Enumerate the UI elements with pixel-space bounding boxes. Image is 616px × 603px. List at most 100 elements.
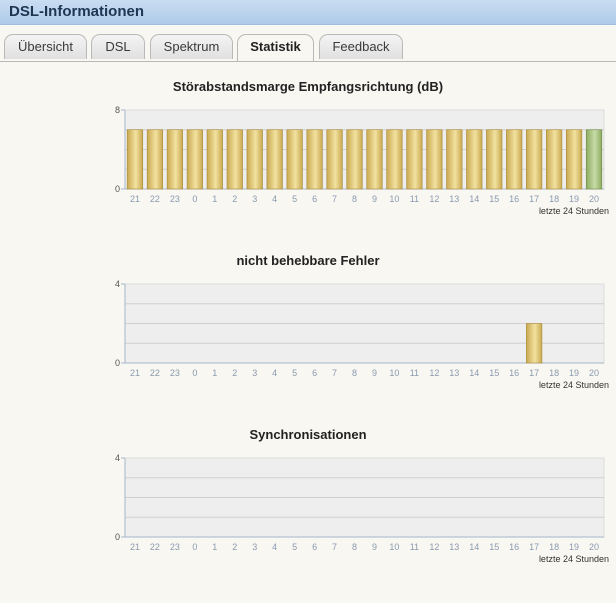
tab-bar: Übersicht DSL Spektrum Statistik Feedbac…	[0, 25, 616, 62]
y-tick-label-min: 0	[115, 184, 120, 194]
bar-5	[286, 129, 303, 190]
x-tick-label-12: 12	[429, 368, 439, 378]
bar-8	[346, 129, 363, 190]
x-tick-label-1: 1	[212, 194, 217, 204]
snr-margin-chart: 8021 22 23 0 1 2 3 4 5 6 7 8 9 10 11 12 13 14 15 16 17 18 19 20…	[115, 105, 609, 216]
x-tick-label-15: 15	[489, 368, 499, 378]
x-tick-label-19: 19	[569, 368, 579, 378]
x-tick-label-4: 4	[272, 368, 277, 378]
x-tick-label-3: 3	[252, 194, 257, 204]
x-tick-label-5: 5	[292, 194, 297, 204]
x-tick-label-3: 3	[252, 542, 257, 552]
x-tick-label-22: 22	[150, 368, 160, 378]
x-tick-label-21: 21	[130, 542, 140, 552]
bar-9	[366, 129, 383, 190]
synchronizations-chart: 4021 22 23 0 1 2 3 4 5 6 7 8 9 10 11 12 13 14 15 16 17 18 19 20…	[115, 453, 609, 564]
chart-title-snr-margin: Störabstandsmarge Empfangsrichtung (dB)	[172, 79, 444, 94]
x-tick-label-13: 13	[449, 368, 459, 378]
bar-4	[266, 129, 283, 190]
chart-title-uncorrectable-errors: nicht behebbare Fehler	[236, 253, 380, 268]
x-tick-label-4: 4	[272, 194, 277, 204]
bar-14	[466, 129, 483, 190]
x-tick-label-12: 12	[429, 542, 439, 552]
x-tick-label-16: 16	[509, 542, 519, 552]
bar-17	[526, 323, 543, 364]
x-tick-label-2: 2	[232, 368, 237, 378]
x-tick-label-15: 15	[489, 542, 499, 552]
x-tick-label-8: 8	[352, 368, 357, 378]
x-tick-label-10: 10	[389, 368, 399, 378]
x-tick-label-7: 7	[332, 542, 337, 552]
x-tick-label-4: 4	[272, 542, 277, 552]
x-tick-label-17: 17	[529, 368, 539, 378]
x-tick-label-7: 7	[332, 368, 337, 378]
x-tick-label-1: 1	[212, 542, 217, 552]
bar-6	[306, 129, 323, 190]
x-tick-label-14: 14	[469, 194, 479, 204]
x-axis-note: letzte 24 Stunden	[539, 554, 609, 564]
bar-22	[146, 129, 164, 190]
x-tick-label-18: 18	[549, 368, 559, 378]
bar-3	[246, 129, 263, 190]
x-tick-label-5: 5	[292, 542, 297, 552]
x-tick-label-10: 10	[389, 194, 399, 204]
x-tick-label-13: 13	[449, 194, 459, 204]
bar-16	[506, 129, 523, 190]
bar-18	[546, 129, 563, 190]
bar-11	[406, 129, 423, 190]
x-tick-label-11: 11	[410, 368, 419, 378]
x-tick-label-14: 14	[469, 368, 479, 378]
tab-statistik[interactable]: Statistik	[237, 34, 314, 61]
tab-spektrum[interactable]: Spektrum	[150, 34, 233, 59]
x-tick-label-19: 19	[569, 542, 579, 552]
x-tick-label-17: 17	[529, 542, 539, 552]
x-tick-label-5: 5	[292, 368, 297, 378]
bar-15	[486, 129, 503, 190]
x-tick-label-6: 6	[312, 368, 317, 378]
bar-12	[426, 129, 443, 190]
x-tick-label-16: 16	[509, 368, 519, 378]
x-tick-label-0: 0	[192, 194, 197, 204]
bar-1	[206, 129, 223, 190]
x-tick-label-6: 6	[312, 542, 317, 552]
y-tick-label-min: 0	[115, 358, 120, 368]
bar-10	[386, 129, 403, 190]
x-axis-note: letzte 24 Stunden	[539, 206, 609, 216]
x-tick-label-20: 20	[589, 542, 599, 552]
x-tick-label-18: 18	[549, 194, 559, 204]
x-tick-label-8: 8	[352, 542, 357, 552]
x-tick-label-19: 19	[569, 194, 579, 204]
x-tick-label-9: 9	[372, 368, 377, 378]
x-tick-label-11: 11	[410, 542, 419, 552]
x-tick-label-2: 2	[232, 542, 237, 552]
bar-23	[166, 129, 183, 190]
bar-21	[126, 129, 144, 190]
x-tick-label-0: 0	[192, 368, 197, 378]
x-tick-label-9: 9	[372, 194, 377, 204]
x-tick-label-21: 21	[130, 194, 140, 204]
x-tick-label-13: 13	[449, 542, 459, 552]
tab-feedback[interactable]: Feedback	[319, 34, 403, 59]
bar-0	[186, 129, 203, 190]
x-tick-label-12: 12	[429, 194, 439, 204]
x-tick-label-22: 22	[150, 542, 160, 552]
x-tick-label-3: 3	[252, 368, 257, 378]
bar-7	[326, 129, 343, 190]
x-tick-label-6: 6	[312, 194, 317, 204]
chart-title-synchronizations: Synchronisationen	[249, 427, 367, 442]
window-title: DSL-Informationen	[9, 3, 144, 20]
x-tick-label-9: 9	[372, 542, 377, 552]
y-tick-label-max: 8	[115, 105, 120, 115]
uncorrectable-errors-chart: 4021 22 23 0 1 2 3 4 5 6 7 8 9 10 11 12 13 14 15 16 17 18 19 20…	[115, 279, 609, 390]
y-tick-label-min: 0	[115, 532, 120, 542]
x-tick-label-14: 14	[469, 542, 479, 552]
x-tick-label-20: 20	[589, 368, 599, 378]
tab-dsl[interactable]: DSL	[91, 34, 145, 59]
x-tick-label-7: 7	[332, 194, 337, 204]
bar-19	[565, 129, 583, 190]
tab-uebersicht[interactable]: Übersicht	[4, 34, 87, 59]
y-tick-label-max: 4	[115, 279, 120, 289]
window-titlebar: DSL-Informationen	[0, 0, 616, 25]
x-tick-label-23: 23	[170, 542, 180, 552]
x-tick-label-15: 15	[489, 194, 499, 204]
